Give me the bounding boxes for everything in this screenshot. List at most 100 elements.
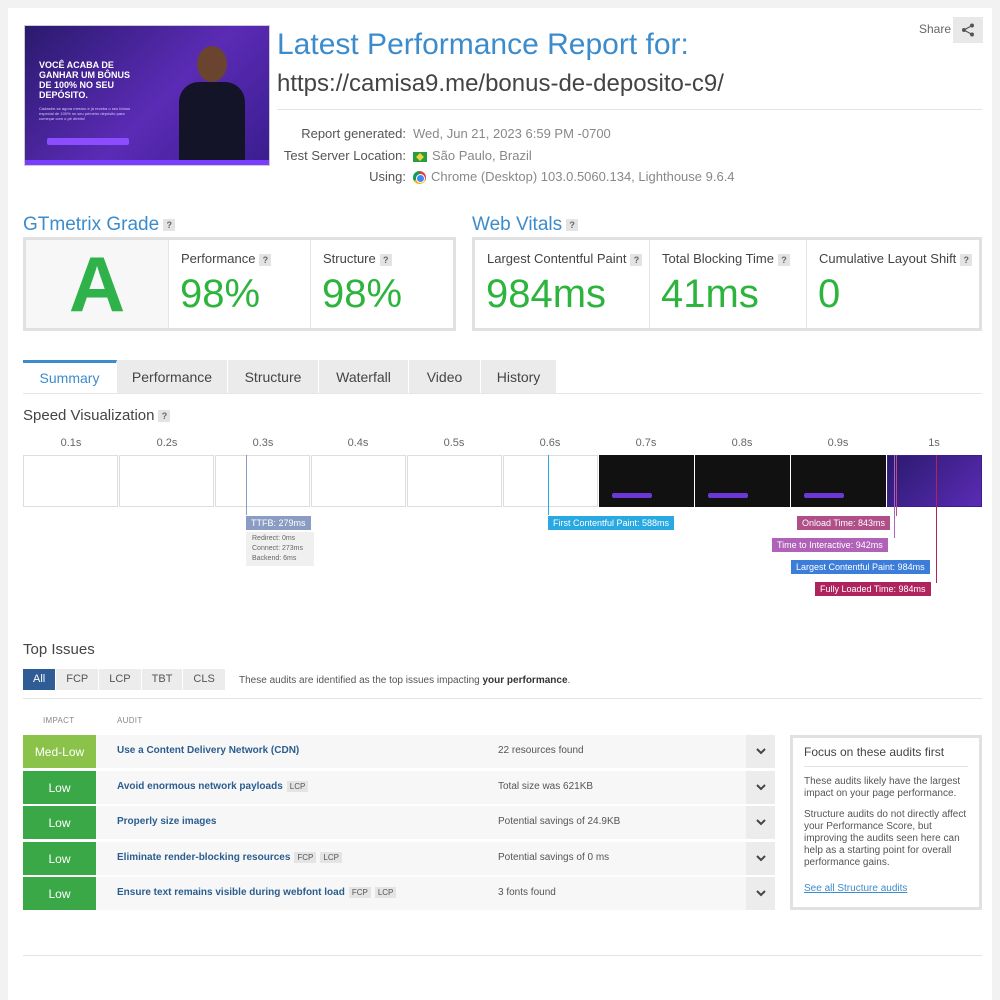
focus-paragraph-2: Structure audits do not directly affect …	[804, 809, 967, 868]
impact-badge: Med-Low	[23, 735, 96, 768]
filmstrip-frame[interactable]	[23, 455, 118, 507]
footer-divider	[23, 955, 982, 956]
share-button[interactable]	[953, 17, 983, 43]
audit-name[interactable]: Eliminate render-blocking resources FCP LC…	[117, 852, 342, 863]
gtmetrix-grade-heading-text: GTmetrix Grade	[23, 214, 160, 235]
expand-button[interactable]	[746, 842, 775, 875]
header-divider	[277, 109, 982, 110]
thumbnail-person-head	[197, 46, 227, 82]
see-all-structure-audits-link[interactable]: See all Structure audits	[804, 883, 907, 894]
server-location-value: São Paulo, Brazil	[413, 148, 532, 163]
web-vitals-heading-text: Web Vitals	[472, 214, 563, 235]
filter-fcp[interactable]: FCP	[56, 669, 100, 690]
thumbnail-headline: VOCÊ ACABA DE GANHAR UM BÔNUS DE 100% NO…	[39, 60, 130, 100]
cls-label: Cumulative Layout Shift?	[819, 251, 973, 266]
lcp-value: 984ms	[486, 272, 607, 316]
share-icon	[962, 23, 974, 37]
audit-title: Use a Content Delivery Network (CDN)	[117, 745, 300, 756]
tti-marker: Time to Interactive: 942ms	[772, 538, 888, 552]
onload-marker: Onload Time: 843ms	[797, 516, 891, 530]
filmstrip-frame[interactable]	[599, 455, 694, 507]
expand-button[interactable]	[746, 735, 775, 768]
thumbnail-person-body	[179, 82, 245, 165]
filmstrip-frame[interactable]	[407, 455, 502, 507]
audit-title: Avoid enormous network payloads	[117, 781, 283, 792]
filmstrip-frame[interactable]	[215, 455, 310, 507]
help-icon[interactable]: ?	[158, 410, 171, 423]
expand-button[interactable]	[746, 877, 775, 910]
filmstrip-frame[interactable]	[695, 455, 790, 507]
audit-result: 3 fonts found	[498, 887, 556, 898]
fcp-marker: First Contentful Paint: 588ms	[548, 516, 675, 530]
tick-label: 0.6s	[539, 437, 561, 449]
help-icon[interactable]: ?	[259, 253, 272, 266]
brazil-flag-icon	[413, 151, 427, 162]
filter-all[interactable]: All	[23, 669, 57, 690]
structure-score-value: 98%	[322, 272, 403, 316]
issue-row[interactable]: Low Ensure text remains visible during we…	[23, 877, 775, 910]
gtmetrix-grade-panel: A Performance? 98% Structure? 98%	[23, 237, 456, 331]
audit-name[interactable]: Use a Content Delivery Network (CDN)	[117, 745, 299, 756]
issues-note-suffix: .	[567, 675, 571, 686]
chevron-down-icon	[755, 748, 766, 755]
structure-score-cell: Structure? 98%	[310, 240, 453, 328]
filmstrip-frame[interactable]	[791, 455, 886, 507]
filter-cls[interactable]: CLS	[183, 669, 226, 690]
tab-video[interactable]: Video	[409, 360, 481, 394]
filter-tbt[interactable]: TBT	[141, 669, 184, 690]
performance-score-cell: Performance? 98%	[168, 240, 310, 328]
chevron-down-icon	[755, 890, 766, 897]
chrome-icon	[413, 171, 426, 185]
tab-structure[interactable]: Structure	[228, 360, 319, 394]
lcp-marker: Largest Contentful Paint: 984ms	[791, 560, 930, 574]
ttfb-breakdown: Redirect: 0ms Connect: 273ms Backend: 6m…	[246, 532, 314, 566]
tab-waterfall[interactable]: Waterfall	[319, 360, 409, 394]
help-icon[interactable]: ?	[960, 253, 973, 266]
lcp-cell: Largest Contentful Paint? 984ms	[475, 240, 649, 328]
report-url[interactable]: https://camisa9.me/bonus-de-deposito-c9/	[277, 70, 724, 98]
help-icon[interactable]: ?	[630, 253, 643, 266]
report-title: Latest Performance Report for:	[277, 28, 689, 61]
audit-result: Potential savings of 24.9KB	[498, 816, 621, 827]
filmstrip-frame[interactable]	[887, 455, 982, 507]
structure-score-label: Structure?	[323, 251, 392, 266]
tti-marker-line	[894, 455, 895, 538]
share-label[interactable]: Share	[919, 22, 951, 36]
help-icon[interactable]: ?	[778, 253, 790, 266]
top-issues-heading: Top Issues	[23, 641, 95, 658]
filter-lcp[interactable]: LCP	[99, 669, 142, 690]
audit-name[interactable]: Ensure text remains visible during webfo…	[117, 887, 397, 898]
using-text: Chrome (Desktop) 103.0.5060.134, Lightho…	[431, 169, 735, 184]
help-icon[interactable]: ?	[163, 218, 176, 231]
grade-letter: A	[26, 240, 168, 328]
filmstrip-frame[interactable]	[311, 455, 406, 507]
help-icon[interactable]: ?	[566, 218, 579, 231]
tab-performance[interactable]: Performance	[117, 360, 228, 394]
issues-note-prefix: These audits are identified as the top i…	[239, 675, 483, 686]
tab-history[interactable]: History	[481, 360, 557, 394]
server-location-text: São Paulo, Brazil	[432, 148, 532, 163]
speed-visualization-heading: Speed Visualization?	[23, 407, 171, 424]
tbt-cell: Total Blocking Time? 41ms	[649, 240, 806, 328]
issue-row[interactable]: Low Eliminate render-blocking resources FC…	[23, 842, 775, 875]
issue-row[interactable]: Med-Low Use a Content Delivery Network (C…	[23, 735, 775, 768]
filmstrip-frame[interactable]	[119, 455, 214, 507]
expand-button[interactable]	[746, 771, 775, 804]
impact-badge: Low	[23, 806, 96, 839]
performance-score-label-text: Performance	[181, 251, 256, 266]
audit-name[interactable]: Avoid enormous network payloads LCP	[117, 781, 309, 792]
audit-name[interactable]: Properly size images	[117, 816, 217, 827]
filmstrip-frame[interactable]	[503, 455, 598, 507]
ttfb-redirect: Redirect: 0ms	[252, 535, 296, 542]
structure-score-label-text: Structure	[323, 251, 376, 266]
impact-badge: Low	[23, 877, 96, 910]
expand-button[interactable]	[746, 806, 775, 839]
chevron-down-icon	[755, 784, 766, 791]
tab-summary[interactable]: Summary	[23, 360, 117, 394]
issue-row[interactable]: Low Properly size images Potential savings…	[23, 806, 775, 839]
issue-row[interactable]: Low Avoid enormous network payloads LCP Tot…	[23, 771, 775, 804]
tbt-label-text: Total Blocking Time	[662, 251, 774, 266]
help-icon[interactable]: ?	[379, 253, 392, 266]
performance-score-label: Performance?	[181, 251, 272, 266]
cls-value: 0	[818, 272, 841, 316]
